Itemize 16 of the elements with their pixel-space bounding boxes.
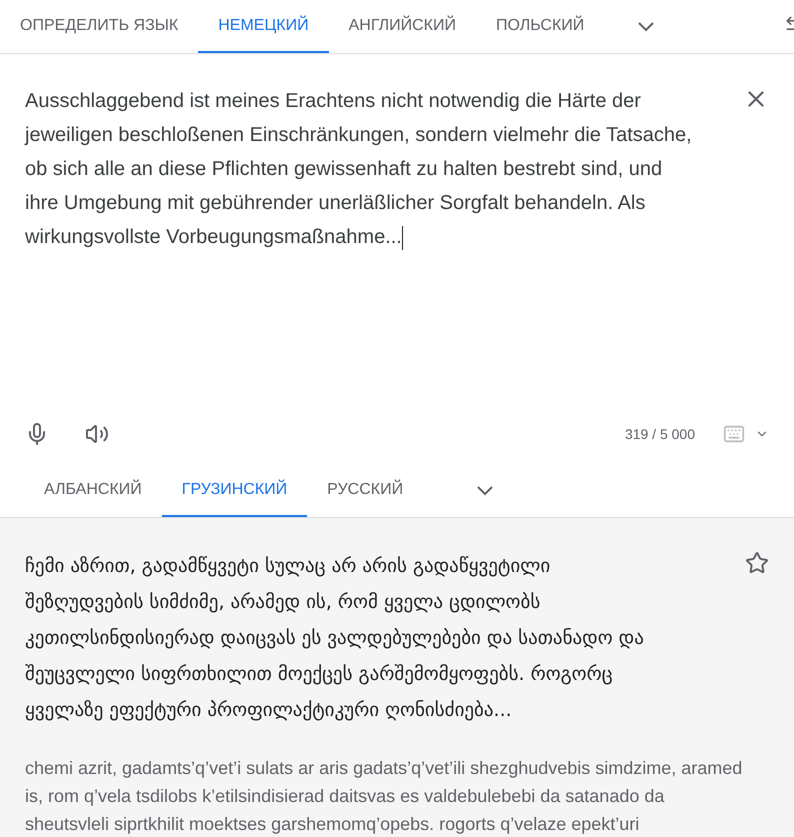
transliteration-text: chemi azrit, gadamts’q’vet’i sulats ar aris gadats’q’vet’ili shezghudvebis simdzime, aramed is, rom q’vela tsdilobs k’etilsindisierad daitsvas es valdebulebebi da satanado da sheutsvleli siprtkhilit moektses garshemomq’opebs. rogorts q’velaze epekt’uri: [25, 757, 744, 836]
translation-text: ჩემი აზრით, გადამწყვეტი სულაც არ არის გადაწყვეტილი შეზღუდვების სიმძიმე, არამედ ის, რომ ყველა ცდილობს კეთილსინდისიერად დაიცვას ეს ვალდებულებები და სათანადო და შეუცვლელი სიფრთხილით მოექცეს გარშემომყოფებს. როგორც ყველაზე ეფექტური პროფილაქტიკური ღონისძიება...: [25, 554, 645, 723]
character-count: 319 / 5 000: [624, 424, 695, 444]
speaker-icon: [85, 422, 109, 446]
chevron-down-icon: [477, 486, 494, 496]
star-icon: [745, 551, 769, 575]
language-tab[interactable]: АНГЛИЙСКИЙ: [328, 0, 476, 53]
chevron-down-icon: [638, 22, 654, 32]
listen-button[interactable]: [85, 422, 109, 446]
language-tab[interactable]: ПОЛЬСКИЙ: [476, 0, 604, 53]
language-tab[interactable]: ОПРЕДЕЛИТЬ ЯЗЫК: [0, 0, 198, 53]
language-tab[interactable]: НЕМЕЦКИЙ: [198, 0, 329, 53]
source-text-field[interactable]: Ausschlaggebend ist meines Erachtens nicht notwendig die Härte der jeweiligen beschloßenen Einschränkungen, sondern vielmehr die Tatsache, ob sich alle an diese Pflichten gewissenhaft zu halten bestrebt sind, und ihre Umgebung mit gebührender unerläßlicher Sorgfalt behandeln. Als wirkungsvollste Vorbeugungsmaßnahme...: [25, 84, 743, 404]
language-tab[interactable]: РУССКИЙ: [307, 464, 424, 517]
keyboard-icon: [723, 423, 745, 445]
language-tab[interactable]: АЛБАНСКИЙ: [24, 464, 162, 517]
